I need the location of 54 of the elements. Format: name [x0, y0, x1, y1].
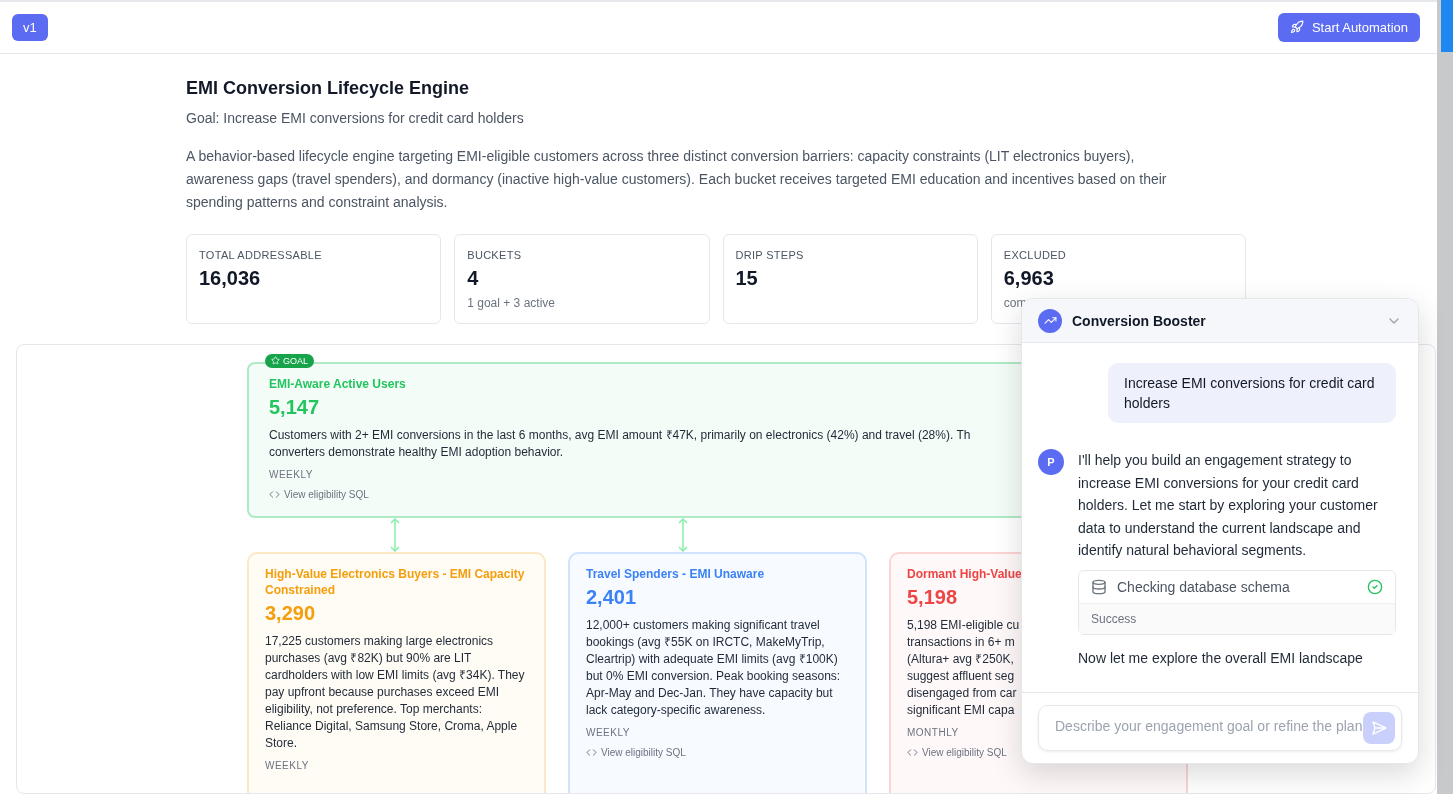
connector-arrow: [390, 517, 400, 552]
tool-status: Success: [1079, 602, 1395, 634]
description: A behavior-based lifecycle engine targeting EMI-eligible customers across three distinct conversion barriers: capacity constraints (LIT electronics buyers), awareness gaps (travel spenders), and dormancy (inactive high-value customers). Each bucket receives targeted EMI education and incentives based on their spending patterns and constraint analysis.: [186, 146, 1168, 212]
code-icon: [907, 746, 918, 758]
stat-label: DRIP STEPS: [735, 248, 805, 261]
page-title: EMI Conversion Lifecycle Engine: [186, 77, 471, 99]
rocket-icon: [1289, 20, 1304, 35]
version-badge[interactable]: v1: [12, 13, 48, 41]
sql-link[interactable]: View eligibility SQL: [907, 746, 1007, 758]
stat-label: TOTAL ADDRESSABLE: [199, 248, 323, 261]
sql-link[interactable]: View eligibility SQL: [269, 488, 369, 500]
assistant-avatar: P: [1038, 449, 1064, 475]
start-automation-button[interactable]: Start Automation: [1277, 12, 1420, 42]
stat-value: 6,963: [1003, 266, 1055, 290]
send-button[interactable]: [1363, 712, 1395, 744]
assistant-message: Now let me explore the overall EMI landscape: [1078, 648, 1364, 668]
code-icon: [586, 746, 597, 758]
card-title: EMI-Aware Active Users: [269, 375, 406, 392]
stat-value: 16,036: [199, 266, 262, 290]
composer-box[interactable]: Describe your engagement goal or refine the plan: [1038, 705, 1402, 751]
database-icon: [1091, 578, 1107, 595]
card-count: 5,198: [907, 585, 958, 609]
card-title: Travel Spenders - EMI Unaware: [586, 565, 765, 582]
user-message: Increase EMI conversions for credit card holders: [1108, 363, 1396, 423]
card-count: 5,147: [269, 395, 320, 419]
star-icon: [271, 356, 280, 366]
card-description: Customers with 2+ EMI conversions in the last 6 months, avg EMI amount ₹47K, primarily on electronics (42%) and travel (28%). Th converters demonstrate healthy EMI adoption behavior.: [269, 426, 971, 461]
trend-icon: [1038, 308, 1062, 333]
stat-note: 1 goal + 3 active: [467, 295, 556, 310]
card-count: 2,401: [586, 585, 637, 609]
card-description: 12,000+ customers making significant travel bookings (avg ₹55K on IRCTC, MakeMyTrip, Cleartrip) with adequate EMI limits (avg ₹100K) but 0% EMI conversion. Peak booking seasons: Apr-May and Dec-Jan. They have capacity but lack category-specific awareness.: [586, 616, 842, 719]
card-title: Dormant High-Value: [907, 565, 1022, 582]
goal-text: Goal: Increase EMI conversions for credit card holders: [186, 109, 525, 126]
panel-title: Conversion Booster: [1072, 312, 1207, 329]
scrollbar[interactable]: [1437, 0, 1453, 794]
card-description: 5,198 EMI-eligible cu transactions in 6+ m (Altura+ avg ₹250K, suggest affluent seg disengaged from car significant EMI capa: [907, 616, 1020, 719]
sql-link[interactable]: View eligibility SQL: [586, 746, 686, 758]
send-icon: [1371, 720, 1387, 736]
connector-arrow: [678, 517, 688, 552]
tool-name: Checking database schema: [1117, 578, 1291, 595]
stat-value: 15: [735, 266, 759, 290]
card-count: 3,290: [265, 601, 316, 625]
card-description: 17,225 customers making large electronics purchases (avg ₹82K) but 90% are LIT cardholders with low EMI limits (avg ₹34K). They pay upfront because purchases exceed EMI eligibility, not preference. Top merchants: Reliance Digital, Samsung Store, Croma, Apple Store.: [265, 632, 526, 752]
assistant-message: I'll help you build an engagement strategy to increase EMI conversions for your credit card holders. Let me start by exploring your customer data to understand the current landscape and identify natural behavioral segments.: [1078, 451, 1379, 561]
frequency-label: MONTHLY: [907, 726, 959, 738]
stat-value: 4: [467, 266, 480, 290]
stat-label: BUCKETS: [467, 248, 523, 261]
code-icon: [269, 488, 280, 500]
frequency-label: WEEKLY: [265, 759, 309, 771]
stat-label: EXCLUDED: [1003, 248, 1068, 261]
badge-label: GOAL: [283, 355, 308, 366]
card-title: High-Value Electronics Buyers - EMI Capacity Constrained: [265, 565, 526, 598]
frequency-label: WEEKLY: [586, 726, 630, 738]
frequency-label: WEEKLY: [269, 468, 313, 480]
